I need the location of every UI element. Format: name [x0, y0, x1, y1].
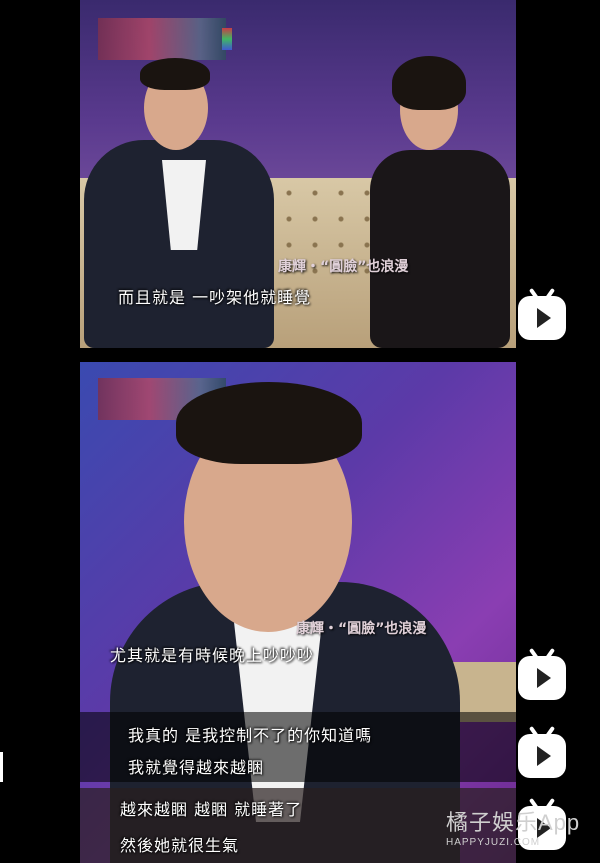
channel-logo — [98, 18, 232, 60]
subtitle: 我真的 是我控制不了的你知道嗎 — [128, 726, 373, 745]
subtitle: 越來越睏 越睏 就睡著了 — [120, 800, 303, 819]
show-caption: 康輝・“圓臉”也浪漫 — [278, 259, 409, 275]
play-icon[interactable] — [518, 734, 566, 778]
edge-marker — [0, 752, 3, 782]
show-caption: 康輝・“圓臉”也浪漫 — [296, 621, 427, 637]
subtitle: 然後她就很生氣 — [120, 836, 240, 855]
play-icon[interactable] — [518, 656, 566, 700]
woman-figure — [370, 150, 510, 348]
play-icon[interactable] — [518, 296, 566, 340]
man-hair — [140, 58, 210, 90]
watermark: 橘子娛乐App HAPPYJUZI.COM — [446, 805, 580, 848]
subtitle: 我就覺得越來越睏 — [128, 758, 265, 777]
woman-hair — [392, 56, 466, 110]
video-frame-1: 康輝・“圓臉”也浪漫 而且就是 一吵架他就睡覺 — [80, 0, 516, 348]
subtitle: 而且就是 一吵架他就睡覺 — [118, 288, 312, 307]
watermark-url: HAPPYJUZI.COM — [446, 837, 541, 848]
subtitle: 尤其就是有時候晚上吵吵吵 — [110, 646, 315, 665]
watermark-title: 橘子娛乐App — [446, 810, 581, 835]
man-hair — [176, 382, 362, 464]
